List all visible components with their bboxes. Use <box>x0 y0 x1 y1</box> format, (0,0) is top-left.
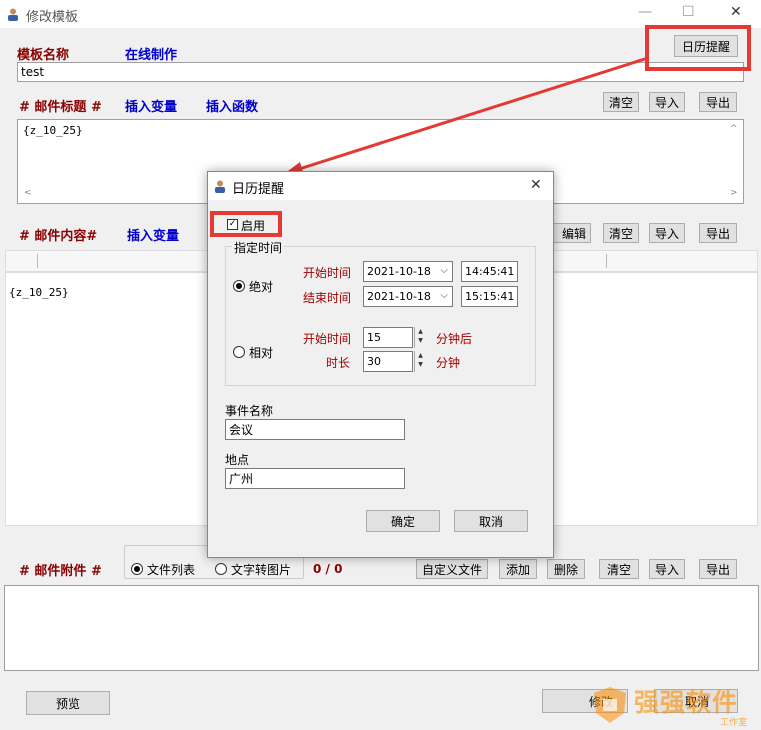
chevron-down-icon[interactable]: ⌵ <box>440 290 448 301</box>
event-name-label: 事件名称 <box>225 404 274 418</box>
relative-start-unit: 分钟后 <box>436 332 473 346</box>
dialog-title: 日历提醒 <box>232 182 285 197</box>
duration-unit: 分钟 <box>436 356 461 370</box>
relative-start-stepper[interactable]: 15 <box>363 327 413 348</box>
relative-start-label: 开始时间 <box>303 332 352 346</box>
duration-spin-icon[interactable]: ▲ ▼ <box>414 351 426 372</box>
dialog-cancel-button[interactable]: 取消 <box>454 510 528 532</box>
relative-radio[interactable] <box>233 346 245 358</box>
enable-highlight <box>210 211 282 237</box>
relative-start-spin-icon[interactable]: ▲ ▼ <box>414 327 426 348</box>
dialog-titlebar: 日历提醒 ✕ <box>208 172 553 200</box>
time-group-label: 指定时间 <box>232 239 285 256</box>
duration-label: 时长 <box>326 356 351 370</box>
absolute-label: 绝对 <box>249 280 274 294</box>
relative-start-value: 15 <box>367 331 381 344</box>
duration-value: 30 <box>367 355 381 368</box>
calendar-reminder-dialog: 日历提醒 ✕ ✓ 启用 指定时间 绝对 开始时间 2021-10-18 ⌵ 14… <box>207 171 554 558</box>
start-date-picker[interactable]: 2021-10-18 ⌵ <box>363 261 453 282</box>
dialog-app-icon <box>215 180 225 193</box>
duration-stepper[interactable]: 30 <box>363 351 413 372</box>
location-label: 地点 <box>225 453 250 467</box>
event-name-input[interactable]: 会议 <box>225 419 405 440</box>
end-time-input[interactable]: 15:15:41 <box>461 286 518 307</box>
absolute-radio[interactable] <box>233 280 245 292</box>
relative-label: 相对 <box>249 346 274 360</box>
end-time-label: 结束时间 <box>303 291 352 305</box>
start-date-value: 2021-10-18 <box>367 265 431 278</box>
dialog-close-button[interactable]: ✕ <box>530 177 542 193</box>
start-time-label: 开始时间 <box>303 266 352 280</box>
dialog-ok-button[interactable]: 确定 <box>366 510 440 532</box>
chevron-down-icon[interactable]: ⌵ <box>440 265 448 276</box>
end-date-picker[interactable]: 2021-10-18 ⌵ <box>363 286 453 307</box>
location-input[interactable]: 广州 <box>225 468 405 489</box>
start-time-input[interactable]: 14:45:41 <box>461 261 518 282</box>
end-date-value: 2021-10-18 <box>367 290 431 303</box>
